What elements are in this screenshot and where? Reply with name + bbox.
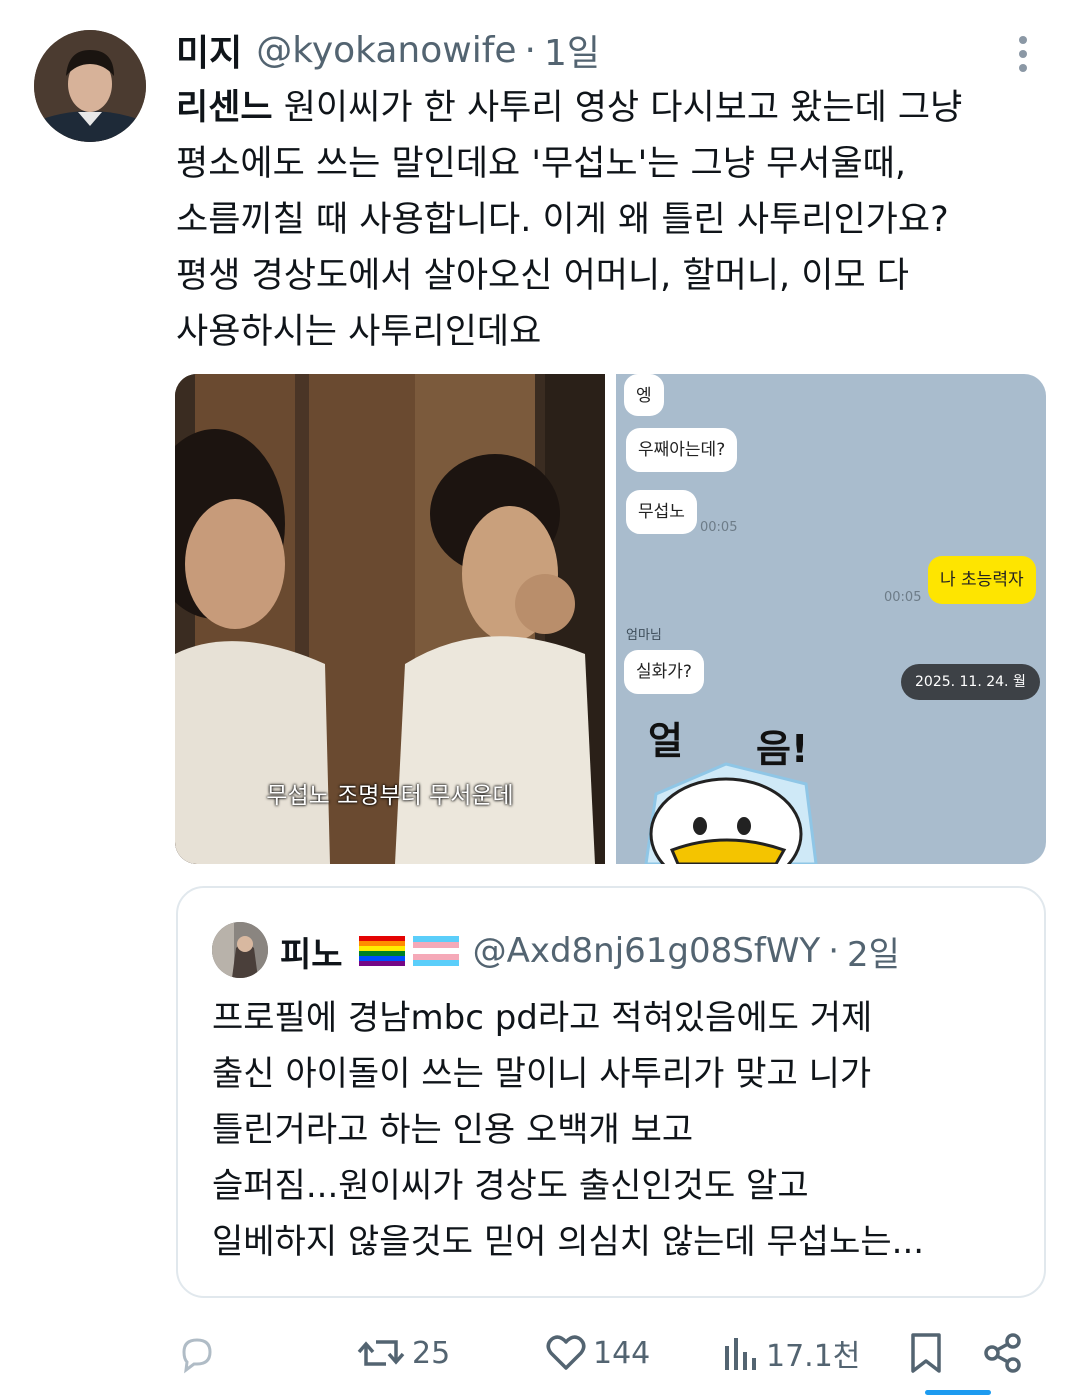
retweet-icon [357, 1340, 405, 1366]
tweet-header: 미지 @kyokanowife · 1일 [176, 24, 600, 76]
rainbow-flag-icon [358, 936, 405, 966]
tweet-action-bar: 25 144 17.1천 [0, 1318, 1080, 1388]
reply-button[interactable] [176, 1332, 218, 1374]
chat-bubble: 실화가? [624, 650, 704, 694]
tweet-line: 평소에도 쓰는 말인데요 '무섭노'는 그냥 무서울때, [176, 144, 906, 184]
bookmark-icon [911, 1333, 941, 1373]
author-handle[interactable]: @kyokanowife [256, 30, 516, 71]
chat-date-pill: 2025. 11. 24. 월 [901, 664, 1040, 700]
author-display-name[interactable]: 미지 [176, 24, 242, 76]
video-subtitle: 무섭노 조명부터 무서운데 [266, 783, 514, 809]
transgender-flag-icon [412, 936, 459, 966]
quoted-line: 틀린거라고 하는 인용 오백개 보고 [212, 1110, 694, 1150]
more-vertical-icon [1019, 36, 1027, 72]
quoted-tweet-card[interactable]: 피노 @Axd8nj61g08SfWY · 2일 프로필에 경남mbc pd라고… [176, 886, 1046, 1298]
author-avatar-image [34, 30, 146, 142]
quoted-line: 프로필에 경남mbc pd라고 적혀있음에도 거제 [212, 998, 873, 1038]
tweet-line: 리센느 원이씨가 한 사투리 영상 다시보고 왔는데 그냥 [176, 80, 1056, 136]
media-grid: 무섭노 조명부터 무서운데 엥 우째아는데? 무섭노 00:05 00:05 나… [175, 374, 1046, 864]
scroll-indicator [925, 1390, 991, 1395]
chat-bubble: 엥 [624, 374, 664, 416]
chat-time: 00:05 [884, 590, 922, 605]
author-avatar[interactable] [34, 30, 146, 142]
tweet-line: 사용하시는 사투리인데요 [176, 312, 542, 352]
view-count: 17.1천 [766, 1339, 861, 1374]
tweet-line: 소름끼칠 때 사용합니다. 이게 왜 틀린 사투리인가요? [176, 200, 949, 240]
chat-sender-name: 엄마님 [626, 628, 662, 643]
tweet-time[interactable]: 1일 [544, 24, 600, 76]
views-button[interactable]: 17.1천 [722, 1332, 860, 1374]
quoted-line: 출신 아이돌이 쓰는 말이니 사투리가 맞고 니가 [212, 1054, 872, 1094]
quoted-tweet-header: 피노 @Axd8nj61g08SfWY · 2일 [280, 922, 900, 980]
more-options-button[interactable] [1005, 30, 1041, 74]
tweet-line: 평생 경상도에서 살아오신 어머니, 할머니, 이모 다 [176, 256, 910, 296]
quoted-avatar-image [212, 922, 268, 978]
quoted-separator: · [828, 931, 840, 971]
reply-icon [182, 1338, 212, 1374]
tweet-mention[interactable]: 리센느 [176, 88, 273, 128]
quoted-line: 슬퍼짐...원이씨가 경상도 출신인것도 알고 [212, 1166, 809, 1206]
heart-icon [546, 1335, 586, 1370]
retweet-count: 25 [412, 1335, 451, 1371]
chat-bubble: 무섭노 [626, 490, 697, 534]
quoted-handle[interactable]: @Axd8nj61g08SfWY [473, 931, 821, 971]
tweet-line-text: 원이씨가 한 사투리 영상 다시보고 왔는데 그냥 [272, 88, 963, 128]
tweet-text: 리센느 원이씨가 한 사투리 영상 다시보고 왔는데 그냥 평소에도 쓰는 말인… [176, 80, 1056, 360]
chat-bubble-sent: 나 초능력자 [928, 556, 1036, 604]
media-image-chat-screenshot[interactable]: 엥 우째아는데? 무섭노 00:05 00:05 나 초능력자 엄마님 실화가?… [616, 374, 1046, 864]
bookmark-button[interactable] [906, 1332, 946, 1374]
share-button[interactable] [982, 1332, 1024, 1374]
retweet-button[interactable]: 25 [356, 1332, 450, 1374]
quoted-time: 2일 [847, 934, 900, 975]
chat-bubble: 우째아는데? [626, 428, 738, 472]
like-button[interactable]: 144 [545, 1332, 650, 1374]
share-icon [984, 1333, 1021, 1373]
media-image-video-still[interactable]: 무섭노 조명부터 무서운데 [175, 374, 605, 864]
quoted-tweet-text: 프로필에 경남mbc pd라고 적혀있음에도 거제 출신 아이돌이 쓰는 말이니… [212, 990, 1032, 1270]
views-chart-icon [725, 1338, 756, 1370]
duck-sticker-image [644, 762, 818, 864]
quoted-display-name[interactable]: 피노 [280, 927, 343, 976]
quoted-author-avatar[interactable] [212, 922, 268, 978]
chat-time: 00:05 [700, 520, 738, 535]
like-count: 144 [593, 1335, 651, 1371]
quoted-line: 일베하지 않을것도 믿어 의심치 않는데 무섭노는... [212, 1222, 925, 1262]
header-separator: · [524, 29, 536, 71]
